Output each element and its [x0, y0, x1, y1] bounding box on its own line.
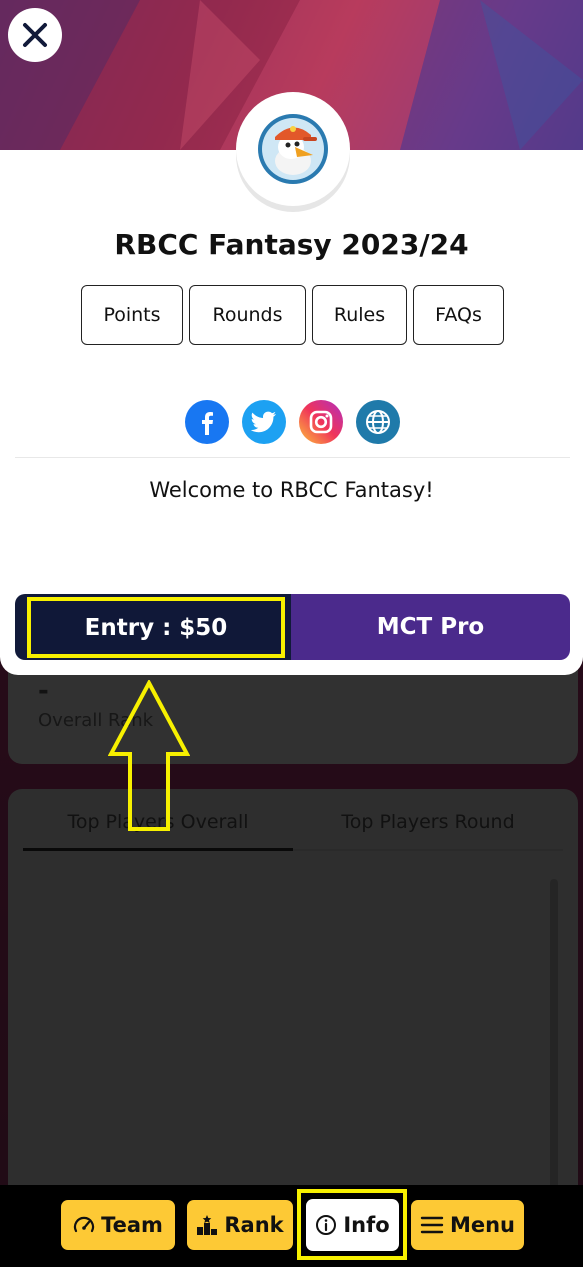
entry-fee-button[interactable]: Entry : $50 [27, 597, 285, 658]
nav-menu-button[interactable]: Menu [411, 1200, 524, 1250]
info-modal: RBCC Fantasy 2023/24 Points Rounds Rules… [0, 0, 583, 675]
instagram-glyph [309, 410, 333, 434]
close-button[interactable] [8, 8, 62, 62]
rules-button[interactable]: Rules [312, 285, 407, 345]
league-logo-container [236, 92, 350, 206]
page-title: RBCC Fantasy 2023/24 [114, 228, 469, 261]
speedometer-icon [74, 1216, 95, 1233]
league-logo [258, 114, 328, 184]
globe-glyph [366, 410, 390, 434]
nav-team-label: Team [101, 1213, 163, 1237]
nav-rank-button[interactable]: Rank [187, 1200, 293, 1250]
nav-info-label: Info [343, 1213, 390, 1237]
hamburger-icon [420, 1216, 444, 1234]
mct-pro-button[interactable]: MCT Pro [291, 594, 570, 660]
globe-icon[interactable] [356, 400, 400, 444]
close-icon [23, 23, 47, 47]
divider [15, 457, 570, 458]
points-button[interactable]: Points [81, 285, 183, 345]
facebook-glyph [202, 412, 213, 435]
faqs-button[interactable]: FAQs [413, 285, 504, 345]
nav-team-button[interactable]: Team [61, 1200, 175, 1250]
nav-menu-label: Menu [449, 1213, 516, 1237]
instagram-icon[interactable] [299, 400, 343, 444]
annotation-arrow-icon [108, 680, 190, 831]
nav-rank-label: Rank [224, 1213, 284, 1237]
facebook-icon[interactable] [185, 400, 229, 444]
info-icon [316, 1215, 337, 1235]
welcome-text: Welcome to RBCC Fantasy! [149, 478, 434, 502]
podium-icon [197, 1215, 218, 1235]
twitter-glyph [251, 411, 276, 433]
rounds-button[interactable]: Rounds [189, 285, 306, 345]
nav-info-button[interactable]: Info [306, 1199, 399, 1251]
twitter-icon[interactable] [242, 400, 286, 444]
